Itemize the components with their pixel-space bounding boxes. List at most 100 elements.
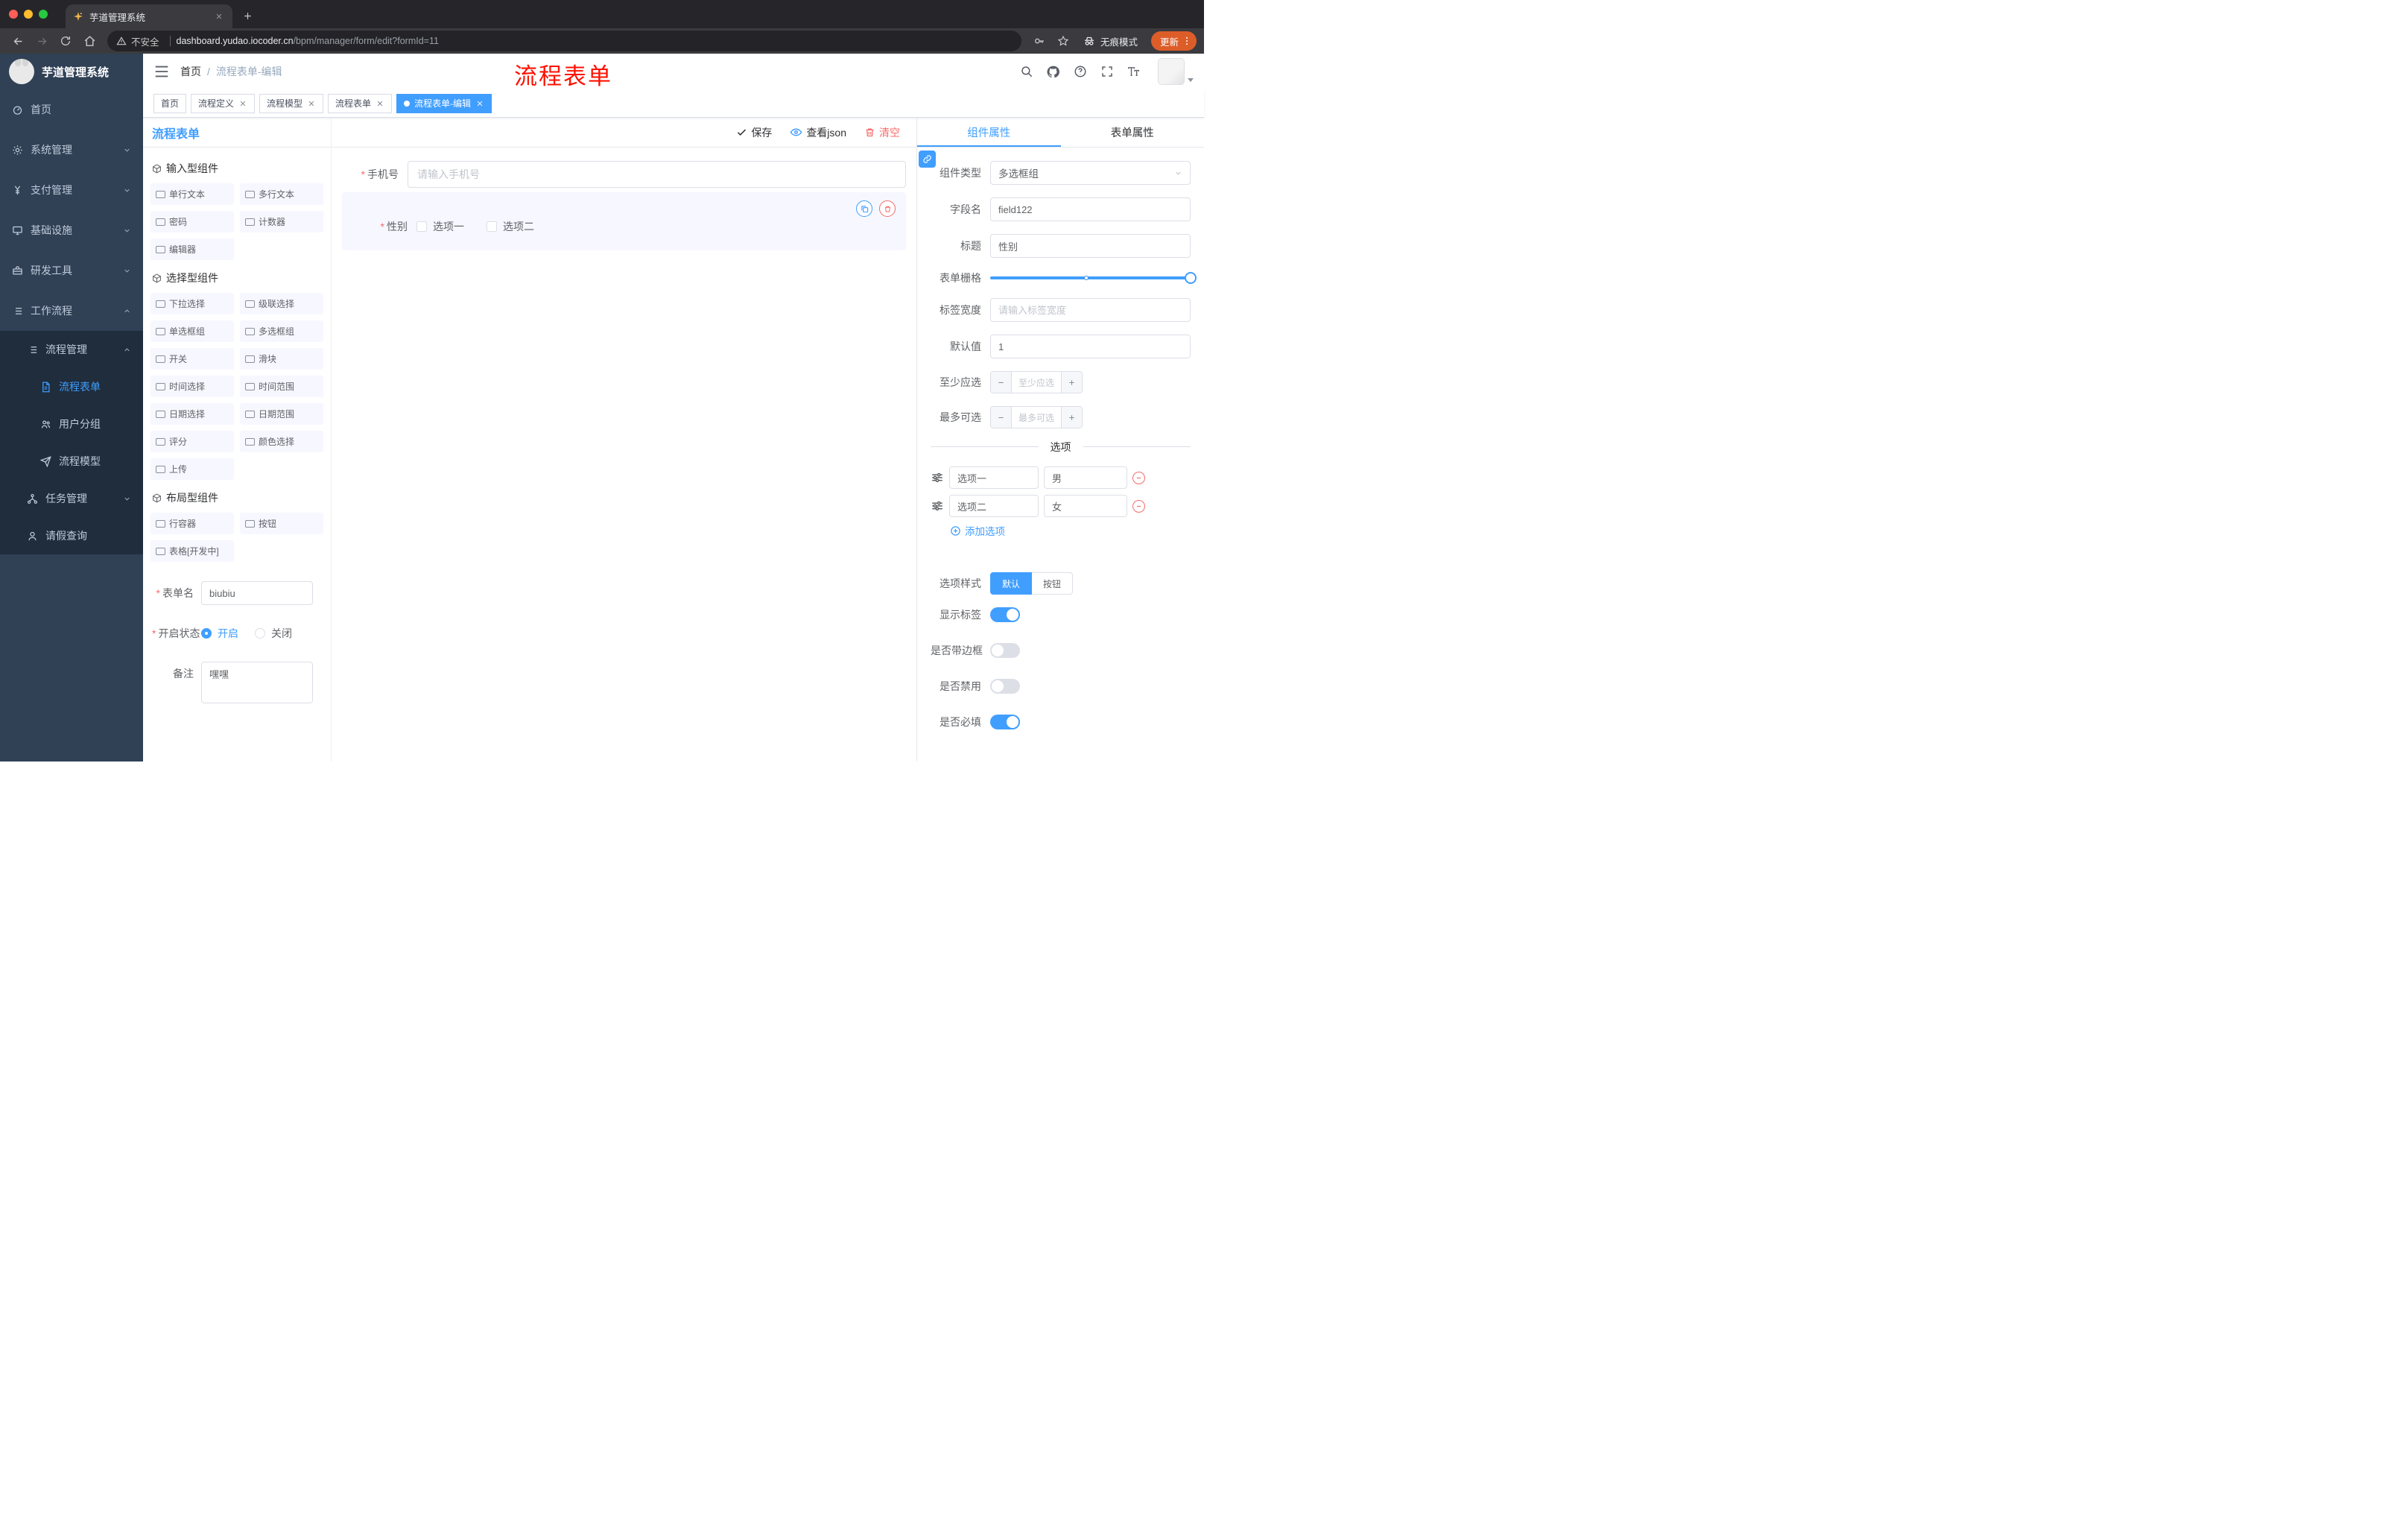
increment-button[interactable] xyxy=(1061,407,1082,428)
drag-handle-icon[interactable] xyxy=(931,499,944,513)
bookmark-star-icon[interactable] xyxy=(1053,31,1074,51)
disabled-toggle[interactable] xyxy=(990,679,1020,694)
max-select-value[interactable]: 最多可选 xyxy=(1012,407,1061,428)
sidebar-item-home[interactable]: 首页 xyxy=(0,89,143,130)
checkbox-icon[interactable] xyxy=(416,221,427,232)
breadcrumb-home[interactable]: 首页 xyxy=(180,64,201,79)
update-button[interactable]: 更新 xyxy=(1150,31,1197,51)
palette-item-counter[interactable]: 计数器 xyxy=(240,211,323,232)
user-menu[interactable] xyxy=(1158,58,1194,85)
tag-close-icon[interactable] xyxy=(475,99,484,108)
tab-close-icon[interactable] xyxy=(213,10,225,22)
copy-field-button[interactable] xyxy=(856,200,872,217)
search-icon[interactable] xyxy=(1019,65,1033,79)
reload-button[interactable] xyxy=(55,31,76,51)
field-name-input[interactable] xyxy=(990,197,1191,221)
form-name-input[interactable] xyxy=(201,581,313,605)
tab-component-props[interactable]: 组件属性 xyxy=(917,118,1061,147)
option-value-input[interactable] xyxy=(1044,466,1127,489)
link-badge[interactable] xyxy=(919,151,936,168)
remove-option-button[interactable] xyxy=(1132,499,1145,513)
sidebar-item-devtools[interactable]: 研发工具 xyxy=(0,250,143,291)
kebab-menu-icon[interactable] xyxy=(1182,36,1192,46)
phone-input[interactable] xyxy=(408,161,906,188)
tag-process-form-edit[interactable]: 流程表单-编辑 xyxy=(396,93,492,113)
palette-item-cascader[interactable]: 级联选择 xyxy=(240,293,323,314)
palette-item-switch[interactable]: 开关 xyxy=(150,348,234,370)
font-size-icon[interactable] xyxy=(1127,65,1141,79)
palette-item-single-text[interactable]: 单行文本 xyxy=(150,183,234,205)
drag-handle-icon[interactable] xyxy=(931,471,944,484)
grid-slider[interactable] xyxy=(990,272,1197,284)
tag-process-definition[interactable]: 流程定义 xyxy=(191,93,256,113)
border-toggle[interactable] xyxy=(990,643,1020,658)
sidebar-item-workflow[interactable]: 工作流程 xyxy=(0,291,143,331)
label-width-input[interactable] xyxy=(990,298,1191,322)
avatar[interactable] xyxy=(1158,58,1185,85)
tag-close-icon[interactable] xyxy=(376,99,384,108)
palette-item-password[interactable]: 密码 xyxy=(150,211,234,232)
window-minimize-button[interactable] xyxy=(24,10,33,19)
canvas-field-phone[interactable]: 手机号 xyxy=(342,161,906,188)
tag-home[interactable]: 首页 xyxy=(153,93,187,113)
form-remark-textarea[interactable] xyxy=(201,662,313,703)
required-toggle[interactable] xyxy=(990,715,1020,729)
help-icon[interactable] xyxy=(1073,65,1087,79)
palette-item-button[interactable]: 按钮 xyxy=(240,513,323,534)
style-default-button[interactable]: 默认 xyxy=(990,572,1033,595)
palette-item-checkbox-group[interactable]: 多选框组 xyxy=(240,320,323,342)
window-zoom-button[interactable] xyxy=(39,10,48,19)
sidebar-item-payment[interactable]: 支付管理 xyxy=(0,170,143,210)
component-type-select[interactable]: 多选框组 xyxy=(990,161,1191,185)
tag-process-model[interactable]: 流程模型 xyxy=(259,93,324,113)
palette-item-rate[interactable]: 评分 xyxy=(150,431,234,452)
browser-tab[interactable]: 芋道管理系统 xyxy=(66,4,232,28)
palette-item-row-container[interactable]: 行容器 xyxy=(150,513,234,534)
home-button[interactable] xyxy=(79,31,100,51)
key-icon[interactable] xyxy=(1029,31,1050,51)
sidebar-item-process-model[interactable]: 流程模型 xyxy=(0,443,143,480)
tag-close-icon[interactable] xyxy=(238,99,247,108)
checkbox-option-2[interactable]: 选项二 xyxy=(487,219,534,234)
github-icon[interactable] xyxy=(1046,65,1060,79)
show-label-toggle[interactable] xyxy=(990,607,1020,622)
sidebar-logo[interactable]: 芋道管理系统 xyxy=(0,54,143,89)
sidebar-item-infrastructure[interactable]: 基础设施 xyxy=(0,210,143,250)
new-tab-button[interactable] xyxy=(237,5,258,26)
palette-item-select[interactable]: 下拉选择 xyxy=(150,293,234,314)
increment-button[interactable] xyxy=(1061,372,1082,393)
forward-button[interactable] xyxy=(31,31,52,51)
canvas-body[interactable]: 手机号 xyxy=(332,148,916,762)
title-input[interactable] xyxy=(990,234,1191,258)
decrement-button[interactable] xyxy=(991,407,1012,428)
add-option-button[interactable]: 添加选项 xyxy=(950,523,1191,538)
tag-close-icon[interactable] xyxy=(307,99,316,108)
delete-field-button[interactable] xyxy=(879,200,896,217)
palette-item-date-range[interactable]: 日期范围 xyxy=(240,403,323,425)
radio-off-icon[interactable] xyxy=(255,628,265,639)
tab-form-props[interactable]: 表单属性 xyxy=(1061,118,1205,147)
palette-item-upload[interactable]: 上传 xyxy=(150,458,234,480)
sidebar-item-system[interactable]: 系统管理 xyxy=(0,130,143,170)
security-label[interactable]: 不安全 xyxy=(131,34,159,48)
default-value-input[interactable] xyxy=(990,335,1191,358)
fullscreen-icon[interactable] xyxy=(1100,65,1114,79)
palette-item-multi-text[interactable]: 多行文本 xyxy=(240,183,323,205)
back-button[interactable] xyxy=(7,31,28,51)
remove-option-button[interactable] xyxy=(1132,471,1145,484)
clear-button[interactable]: 清空 xyxy=(864,125,900,140)
palette-item-time-picker[interactable]: 时间选择 xyxy=(150,376,234,397)
option-value-input[interactable] xyxy=(1044,495,1127,517)
checkbox-icon[interactable] xyxy=(487,221,497,232)
address-bar[interactable]: 不安全 dashboard.yudao.iocoder.cn /bpm/mana… xyxy=(107,31,1021,51)
option-label-input[interactable] xyxy=(949,495,1039,517)
palette-item-radio-group[interactable]: 单选框组 xyxy=(150,320,234,342)
palette-item-date-picker[interactable]: 日期选择 xyxy=(150,403,234,425)
style-button-button[interactable]: 按钮 xyxy=(1032,572,1074,595)
sidebar-item-process-mgmt[interactable]: 流程管理 xyxy=(0,331,143,368)
option-label-input[interactable] xyxy=(949,466,1039,489)
sidebar-item-leave-query[interactable]: 请假查询 xyxy=(0,517,143,554)
palette-item-color-picker[interactable]: 颜色选择 xyxy=(240,431,323,452)
radio-on-icon[interactable] xyxy=(201,628,212,639)
radio-off-label[interactable]: 关闭 xyxy=(271,626,292,641)
